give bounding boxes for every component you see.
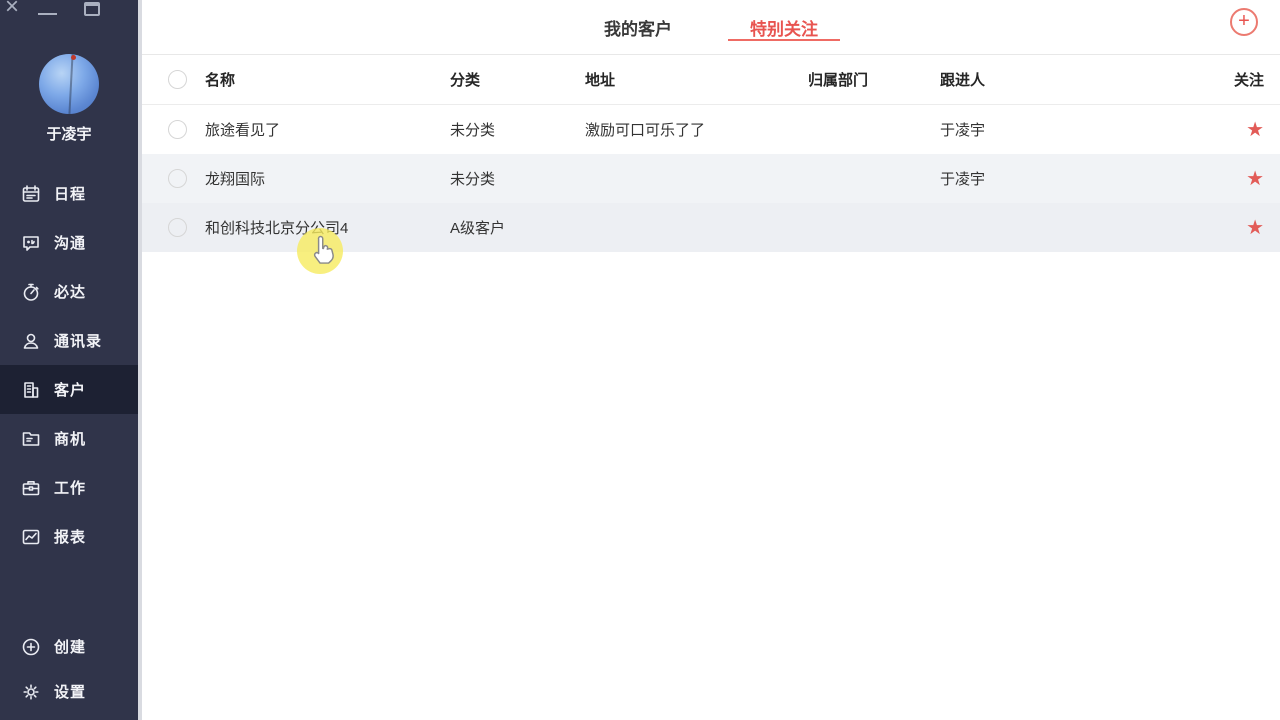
column-header-name: 名称: [205, 69, 450, 90]
sidebar: × 于凌宇 日程 沟通: [0, 0, 138, 720]
topbar: 我的客户 特别关注 +: [142, 0, 1280, 55]
user-profile: 于凌宇: [0, 54, 138, 144]
chart-icon: [21, 527, 41, 547]
column-header-department: 归属部门: [808, 69, 940, 90]
sidebar-item-opportunities[interactable]: 商机: [0, 414, 138, 463]
user-name: 于凌宇: [46, 123, 91, 144]
row-select-cell: [142, 218, 205, 237]
column-header-follower: 跟进人: [940, 69, 1210, 90]
sidebar-item-label: 工作: [54, 477, 86, 498]
building-icon: [21, 380, 41, 400]
sidebar-item-settings[interactable]: 设置: [0, 669, 138, 714]
row-select-cell: [142, 120, 205, 139]
customer-follower: 于凌宇: [940, 168, 1210, 189]
customer-category: A级客户: [450, 217, 585, 238]
gear-icon: [21, 682, 41, 702]
star-cell: ★: [1210, 120, 1280, 140]
star-icon[interactable]: ★: [1246, 217, 1264, 239]
avatar[interactable]: [39, 54, 99, 114]
star-cell: ★: [1210, 169, 1280, 189]
table-row[interactable]: 龙翔国际 未分类 于凌宇 ★: [142, 154, 1280, 203]
sidebar-item-schedule[interactable]: 日程: [0, 169, 138, 218]
customer-category: 未分类: [450, 119, 585, 140]
sidebar-item-label: 客户: [54, 379, 86, 400]
minimize-icon[interactable]: [38, 2, 57, 15]
customer-follower: 于凌宇: [940, 119, 1210, 140]
window-controls: ×: [0, 0, 138, 30]
row-checkbox[interactable]: [168, 120, 187, 139]
folder-icon: [21, 429, 41, 449]
header-select-cell: [142, 70, 205, 89]
sidebar-item-label: 设置: [54, 681, 86, 702]
row-checkbox[interactable]: [168, 218, 187, 237]
tab-my-customers[interactable]: 我的客户: [594, 0, 682, 54]
add-customer-button[interactable]: +: [1230, 8, 1258, 36]
table-header: 名称 分类 地址 归属部门 跟进人 关注: [142, 55, 1280, 105]
sidebar-footer: 创建 设置: [0, 624, 138, 720]
sidebar-nav: 日程 沟通 必达 通讯录: [0, 169, 138, 561]
sidebar-item-communication[interactable]: 沟通: [0, 218, 138, 267]
sidebar-item-customers[interactable]: 客户: [0, 365, 138, 414]
customer-category: 未分类: [450, 168, 585, 189]
column-header-star: 关注: [1210, 69, 1280, 90]
column-header-address: 地址: [585, 69, 808, 90]
close-icon[interactable]: ×: [5, 0, 19, 21]
calendar-icon: [21, 184, 41, 204]
table-row[interactable]: 旅途看见了 未分类 激励可口可乐了了 于凌宇 ★: [142, 105, 1280, 154]
briefcase-icon: [21, 478, 41, 498]
row-select-cell: [142, 169, 205, 188]
sidebar-item-work[interactable]: 工作: [0, 463, 138, 512]
sidebar-item-contacts[interactable]: 通讯录: [0, 316, 138, 365]
customer-name[interactable]: 和创科技北京分公司4: [205, 217, 450, 238]
maximize-icon[interactable]: [84, 2, 100, 16]
stopwatch-icon: [21, 282, 41, 302]
contacts-icon: [21, 331, 41, 351]
sidebar-item-label: 创建: [54, 636, 86, 657]
star-cell: ★: [1210, 218, 1280, 238]
plus-circle-icon: [21, 637, 41, 657]
table-row[interactable]: 和创科技北京分公司4 A级客户 ★: [142, 203, 1280, 252]
sidebar-item-label: 必达: [54, 281, 86, 302]
row-checkbox[interactable]: [168, 169, 187, 188]
star-icon[interactable]: ★: [1246, 168, 1264, 190]
customer-address: 激励可口可乐了了: [585, 119, 808, 140]
select-all-checkbox[interactable]: [168, 70, 187, 89]
main-content: 我的客户 特别关注 + 名称 分类 地址 归属部门 跟进人 关注 旅途看见了 未…: [142, 0, 1280, 720]
sidebar-item-reports[interactable]: 报表: [0, 512, 138, 561]
tab-special-focus[interactable]: 特别关注: [740, 0, 828, 54]
customer-name[interactable]: 龙翔国际: [205, 168, 450, 189]
chat-icon: [21, 233, 41, 253]
star-icon[interactable]: ★: [1246, 119, 1264, 141]
sidebar-item-bida[interactable]: 必达: [0, 267, 138, 316]
column-header-category: 分类: [450, 69, 585, 90]
customer-name[interactable]: 旅途看见了: [205, 119, 450, 140]
sidebar-item-create[interactable]: 创建: [0, 624, 138, 669]
sidebar-item-label: 商机: [54, 428, 86, 449]
app-window: × 于凌宇 日程 沟通: [0, 0, 1280, 720]
sidebar-item-label: 日程: [54, 183, 86, 204]
sidebar-item-label: 沟通: [54, 232, 86, 253]
sidebar-item-label: 通讯录: [54, 330, 102, 351]
sidebar-item-label: 报表: [54, 526, 86, 547]
